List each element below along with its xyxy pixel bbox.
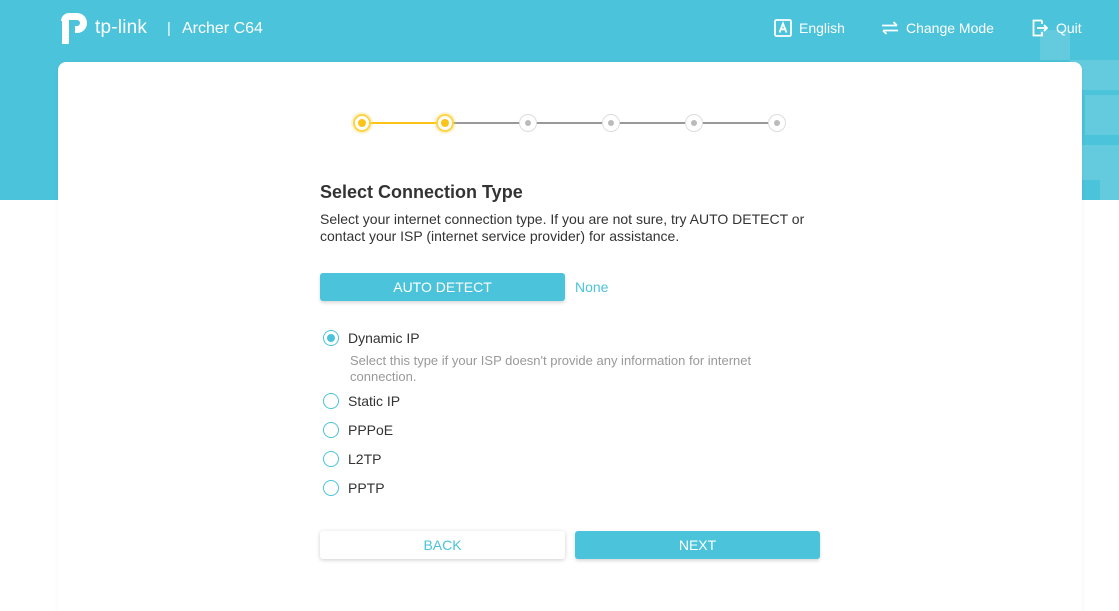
back-button[interactable]: BACK xyxy=(320,531,565,559)
radio-static-ip[interactable]: Static IP xyxy=(323,393,400,409)
top-bar: tp-link | Archer C64 English Change Mode… xyxy=(0,0,1119,60)
step-connector xyxy=(362,122,446,124)
auto-detect-button[interactable]: AUTO DETECT xyxy=(320,273,565,301)
page-description: Select your internet connection type. If… xyxy=(320,211,805,244)
step-4 xyxy=(602,114,620,132)
next-button[interactable]: NEXT xyxy=(575,531,820,559)
dynamic-ip-help: Select this type if your ISP doesn't pro… xyxy=(350,353,752,384)
page-title: Select Connection Type xyxy=(320,182,523,202)
radio-label: PPPoE xyxy=(348,422,394,438)
detect-result: None xyxy=(575,279,609,295)
logout-icon xyxy=(1032,19,1049,37)
language-label: English xyxy=(799,20,845,36)
header-separator: | xyxy=(167,20,171,37)
step-1 xyxy=(353,114,371,132)
tplink-logo-icon xyxy=(61,13,87,44)
step-5 xyxy=(685,114,703,132)
radio-dynamic-ip[interactable]: Dynamic IP xyxy=(323,330,420,346)
quit-label: Quit xyxy=(1056,20,1082,36)
radio-label: Dynamic IP xyxy=(348,330,420,346)
change-mode-button[interactable]: Change Mode xyxy=(880,18,994,38)
radio-button[interactable] xyxy=(323,330,339,346)
radio-button[interactable] xyxy=(323,422,339,438)
language-icon xyxy=(774,19,792,37)
model-name: Archer C64 xyxy=(182,20,263,37)
radio-label: L2TP xyxy=(348,451,382,467)
step-2 xyxy=(436,114,454,132)
progress-stepper xyxy=(350,112,790,134)
radio-button[interactable] xyxy=(323,451,339,467)
step-6 xyxy=(768,114,786,132)
wizard-card xyxy=(58,62,1082,611)
language-button[interactable]: English xyxy=(773,18,845,38)
radio-l2tp[interactable]: L2TP xyxy=(323,451,381,467)
quit-button[interactable]: Quit xyxy=(1030,18,1082,38)
radio-button[interactable] xyxy=(323,393,339,409)
change-mode-label: Change Mode xyxy=(906,20,994,36)
radio-label: PPTP xyxy=(348,480,385,496)
tplink-logo[interactable]: tp-link xyxy=(57,12,147,44)
step-3 xyxy=(519,114,537,132)
brand-name: tp-link xyxy=(95,17,148,38)
radio-button[interactable] xyxy=(323,480,339,496)
swap-arrows-icon xyxy=(882,21,898,35)
radio-pptp[interactable]: PPTP xyxy=(323,480,385,496)
radio-label: Static IP xyxy=(348,393,401,409)
radio-pppoe[interactable]: PPPoE xyxy=(323,422,393,438)
